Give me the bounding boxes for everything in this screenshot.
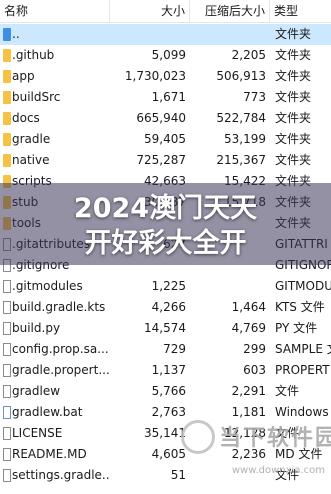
file-name: gradle.propert... <box>12 363 110 377</box>
file-name: app <box>12 69 35 83</box>
file-size: 1,730,023 <box>124 69 186 83</box>
file-name: .gitmodules <box>12 279 83 293</box>
watermark-logo-icon <box>181 420 215 454</box>
file-type: 文件夹 <box>275 90 312 104</box>
file-type: KTS 文件 <box>275 300 325 314</box>
file-icon <box>3 280 11 293</box>
file-size: 5,099 <box>151 48 186 62</box>
file-compressed-size: 2,205 <box>231 48 266 62</box>
file-row[interactable]: config.prop.sa... 729 299 SAMPLE 文 <box>0 339 331 360</box>
folder-icon <box>3 112 11 125</box>
file-size: 1,225 <box>151 279 186 293</box>
file-name: build.py <box>12 321 61 335</box>
file-compressed-size: 4,769 <box>231 321 266 335</box>
file-name: gradlew.bat <box>12 405 83 419</box>
file-type: 文件夹 <box>275 111 312 125</box>
file-compressed-size: 522,784 <box>216 111 266 125</box>
folder-icon <box>3 70 11 83</box>
file-name: README.MD <box>12 447 87 461</box>
file-size: 725,287 <box>136 153 186 167</box>
file-icon <box>3 469 11 482</box>
file-name: .. <box>12 27 20 41</box>
file-row[interactable]: docs 665,940 522,784 文件夹 <box>0 108 331 129</box>
column-type-header[interactable]: 类型 <box>270 0 331 22</box>
file-icon <box>3 322 11 335</box>
file-name: gradlew <box>12 384 61 398</box>
file-size: 59,405 <box>144 132 186 146</box>
file-icon <box>3 385 11 398</box>
file-name: settings.gradle... <box>12 468 110 482</box>
overlay-title-line1: 2024澳门天天 <box>73 193 258 224</box>
file-size: 1,671 <box>151 90 186 104</box>
parent-folder-icon <box>3 28 11 41</box>
file-size: 51 <box>170 468 186 482</box>
file-row[interactable]: build.py 14,574 4,769 PY 文件 <box>0 318 331 339</box>
file-icon <box>3 301 11 314</box>
file-icon <box>3 448 11 461</box>
watermark: 当下软件园 www.downxia.com <box>175 418 331 476</box>
folder-icon <box>3 133 11 146</box>
file-compressed-size: 2,291 <box>231 384 266 398</box>
image-file-icon <box>3 406 11 419</box>
file-size: 14,574 <box>144 321 186 335</box>
file-size: 5,766 <box>151 384 186 398</box>
file-type: GITMODULE <box>275 279 331 293</box>
column-compressed-size-header[interactable]: 压缩后大小 <box>190 0 270 22</box>
file-compressed-size: 299 <box>243 342 266 356</box>
file-name: config.prop.sa... <box>12 342 109 356</box>
overlay-title-line2: 开好彩大全开 <box>84 228 247 259</box>
file-name: gradle <box>12 132 51 146</box>
file-type: 文件夹 <box>275 27 312 41</box>
file-row[interactable]: native 725,287 215,367 文件夹 <box>0 150 331 171</box>
file-compressed-size: 1,464 <box>231 300 266 314</box>
file-name: native <box>12 153 50 167</box>
file-type: PROPERT <box>275 363 330 377</box>
column-size-header[interactable]: 大小 <box>110 0 190 22</box>
file-row[interactable]: app 1,730,023 506,913 文件夹 <box>0 66 331 87</box>
file-row[interactable]: gradlew 5,766 2,291 文件 <box>0 381 331 402</box>
file-size: 665,940 <box>136 111 186 125</box>
file-name: docs <box>12 111 40 125</box>
file-row[interactable]: gradle.propert... 1,137 603 PROPERT <box>0 360 331 381</box>
column-name-header[interactable]: 名称 <box>0 0 110 22</box>
watermark-url: www.downxia.com <box>231 465 325 476</box>
file-name: build.gradle.kts <box>12 300 106 314</box>
file-name: LICENSE <box>12 426 63 440</box>
file-type: 文件 <box>275 384 300 398</box>
file-name: buildSrc <box>12 90 61 104</box>
file-size: 1,137 <box>151 363 186 377</box>
file-compressed-size <box>190 24 266 45</box>
file-row[interactable]: gradle 59,405 53,199 文件夹 <box>0 129 331 150</box>
file-icon <box>3 427 11 440</box>
file-size: 4,266 <box>151 300 186 314</box>
file-row[interactable]: buildSrc 1,671 773 文件夹 <box>0 87 331 108</box>
file-compressed-size: 773 <box>243 90 266 104</box>
file-row[interactable]: build.gradle.kts 4,266 1,464 KTS 文件 <box>0 297 331 318</box>
folder-icon <box>3 49 11 62</box>
file-icon <box>3 343 11 356</box>
file-type: 文件夹 <box>275 48 312 62</box>
watermark-text: 当下软件园 <box>219 426 331 451</box>
file-size: 729 <box>163 342 186 356</box>
file-compressed-size: 603 <box>243 363 266 377</box>
file-compressed-size: 53,199 <box>224 132 266 146</box>
file-name: .github <box>12 48 55 62</box>
file-row[interactable]: .github 5,099 2,205 文件夹 <box>0 45 331 66</box>
file-type: SAMPLE 文 <box>275 342 331 356</box>
file-type: PY 文件 <box>275 321 318 335</box>
file-icon <box>3 364 11 377</box>
file-compressed-size: 506,913 <box>216 69 266 83</box>
file-compressed-size <box>190 276 266 297</box>
file-type: 文件夹 <box>275 132 312 146</box>
file-row[interactable]: .gitmodules 1,225 GITMODULE <box>0 276 331 297</box>
folder-icon <box>3 91 11 104</box>
file-compressed-size: 215,367 <box>216 153 266 167</box>
file-type: 文件夹 <box>275 69 312 83</box>
column-header: 名称 大小 压缩后大小 类型 <box>0 0 331 23</box>
file-size <box>110 24 186 45</box>
parent-directory-row[interactable]: .. 文件夹 <box>0 24 331 45</box>
file-type: 文件夹 <box>275 153 312 167</box>
folder-icon <box>3 154 11 167</box>
